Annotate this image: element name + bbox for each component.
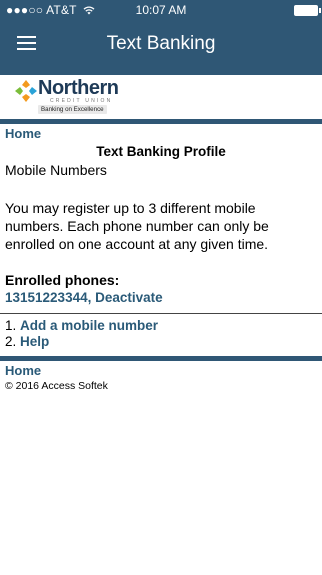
help-link[interactable]: Help (20, 334, 49, 349)
section-subtitle: Mobile Numbers (5, 162, 107, 178)
home-link-top[interactable]: Home (0, 124, 322, 141)
enrolled-phone-row: 13151223344, Deactivate (5, 289, 317, 307)
logo-wordmark: Northern (38, 77, 119, 99)
menu-item-help: 2. Help (5, 334, 50, 349)
action-menu: 1. Add a mobile number 2. Help (0, 318, 322, 350)
enrolled-heading: Enrolled phones: (5, 272, 120, 288)
status-bar: ●●●○○ AT&T 10:07 AM (0, 0, 322, 20)
status-time: 10:07 AM (135, 3, 187, 17)
battery-icon (294, 5, 321, 16)
title-bar: Text Banking (0, 20, 322, 75)
app-header: ●●●○○ AT&T 10:07 AM Text Banking (0, 0, 322, 75)
copyright-text: © 2016 Access Softek (5, 380, 108, 392)
logo-subtitle: CREDIT UNION (50, 98, 113, 104)
deactivate-link[interactable]: Deactivate (95, 290, 163, 305)
home-link-bottom[interactable]: Home (0, 361, 322, 380)
menu-item-add-mobile: 1. Add a mobile number (5, 318, 159, 333)
content-divider (0, 313, 322, 314)
add-mobile-number-link[interactable]: Add a mobile number (20, 318, 158, 333)
logo-mark-icon (15, 80, 37, 102)
description-text: You may register up to 3 different mobil… (5, 200, 269, 252)
page-title: Text Banking Profile (96, 144, 226, 159)
phone-separator: , (87, 290, 96, 305)
enrolled-phone-link[interactable]: 13151223344 (5, 290, 88, 305)
logo-tagline: Banking on Excellence (38, 105, 107, 114)
northern-logo: Northern CREDIT UNION Banking on Excelle… (0, 75, 322, 119)
app-title: Text Banking (106, 33, 216, 54)
